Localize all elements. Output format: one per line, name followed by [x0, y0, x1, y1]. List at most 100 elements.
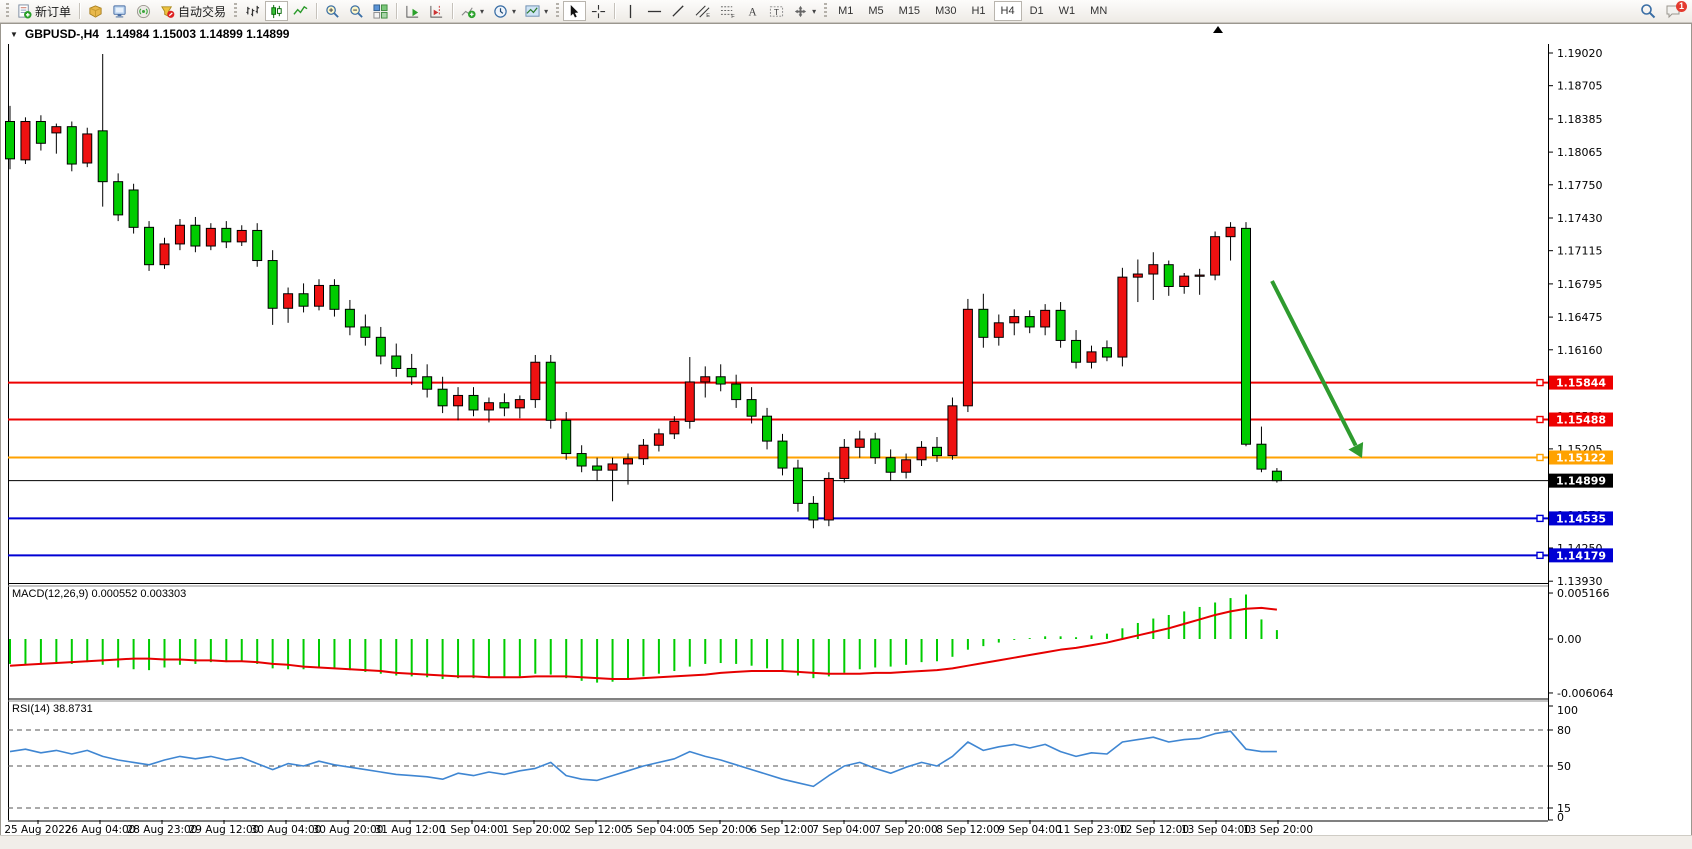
candlestick-chart-button[interactable]: [265, 1, 288, 21]
timeframe-m15-button[interactable]: M15: [892, 1, 927, 21]
channel-icon: E: [695, 4, 711, 19]
search-button[interactable]: [1636, 1, 1660, 21]
candle: [376, 337, 385, 356]
macd-indicator-label: MACD(12,26,9) 0.000552 0.003303: [12, 588, 186, 600]
horizontal-line-button[interactable]: [643, 1, 666, 21]
arrows-icon: [793, 4, 808, 19]
candle: [886, 458, 895, 473]
clock-icon: [493, 4, 508, 19]
templates-button[interactable]: ▾: [521, 1, 552, 21]
auto-scroll-button[interactable]: [401, 1, 424, 21]
horizontal-level-lines: [8, 380, 1548, 559]
label-button[interactable]: T: [765, 1, 788, 21]
toolbar-grip[interactable]: [824, 3, 827, 19]
candle: [1242, 228, 1251, 444]
candle: [438, 389, 447, 406]
chart-ohlc-values: 1.14984 1.15003 1.14899 1.14899: [106, 27, 290, 41]
candle: [268, 261, 277, 309]
svg-text:1.14899: 1.14899: [1556, 475, 1606, 488]
candle: [1272, 471, 1281, 480]
new-order-button[interactable]: 新订单: [13, 1, 75, 21]
channel-button[interactable]: E: [691, 1, 715, 21]
separator: [396, 3, 397, 19]
candle: [747, 400, 756, 417]
candle: [685, 382, 694, 421]
svg-text:0.00: 0.00: [1557, 633, 1582, 646]
toolbar-grip[interactable]: [234, 3, 237, 19]
line-chart-button[interactable]: [289, 1, 312, 21]
fibonacci-button[interactable]: F: [716, 1, 740, 21]
chart-title: ▼ GBPUSD-,H4 1.14984 1.15003 1.14899 1.1…: [10, 27, 289, 41]
candle: [716, 377, 725, 384]
candle: [546, 362, 555, 420]
chart-symbol-period: GBPUSD-,H4: [25, 27, 99, 41]
toolbar-grip[interactable]: [6, 3, 9, 19]
cube-icon: [88, 4, 103, 19]
periods-button[interactable]: ▾: [489, 1, 520, 21]
bar-chart-button[interactable]: [241, 1, 264, 21]
svg-text:0.005166: 0.005166: [1557, 587, 1610, 600]
timeframe-mn-button[interactable]: MN: [1083, 1, 1114, 21]
toolbar-grip[interactable]: [556, 3, 559, 19]
tile-windows-button[interactable]: [369, 1, 392, 21]
candle: [1133, 274, 1142, 277]
indicators-button[interactable]: ▾: [457, 1, 488, 21]
candle: [809, 503, 818, 520]
market-watch-button[interactable]: [84, 1, 107, 21]
cursor-button[interactable]: [563, 1, 586, 21]
chart-shift-button[interactable]: [425, 1, 448, 21]
candle: [253, 230, 262, 260]
candle: [83, 134, 92, 163]
chart-canvas[interactable]: 1.190201.187051.183851.180651.177501.174…: [0, 0, 1692, 849]
timeframe-m5-button[interactable]: M5: [861, 1, 890, 21]
timeframe-h4-button[interactable]: H4: [994, 1, 1022, 21]
chart-shift-marker[interactable]: [1213, 26, 1223, 33]
macd-panel: 0.005166 0.00 -0.006064: [1548, 587, 1613, 700]
candle: [237, 230, 246, 241]
arrows-button[interactable]: ▾: [789, 1, 820, 21]
svg-text:A: A: [749, 6, 758, 18]
signal-button[interactable]: [132, 1, 155, 21]
timeframe-h1-button[interactable]: H1: [964, 1, 992, 21]
crosshair-button[interactable]: [587, 1, 610, 21]
notifications-button[interactable]: 1: [1661, 1, 1685, 21]
price-axis: 1.190201.187051.183851.180651.177501.174…: [1548, 47, 1603, 588]
zoom-in-button[interactable]: [321, 1, 344, 21]
collapse-chart-icon[interactable]: ▼: [10, 30, 18, 39]
timeframe-d1-button[interactable]: D1: [1023, 1, 1051, 21]
candle: [129, 190, 138, 227]
zoom-out-button[interactable]: [345, 1, 368, 21]
line-chart-icon: [293, 4, 308, 19]
svg-text:1.16160: 1.16160: [1557, 344, 1603, 357]
candle: [871, 439, 880, 458]
candle: [948, 406, 957, 456]
svg-text:1.15844: 1.15844: [1556, 377, 1606, 390]
auto-trading-label: 自动交易: [178, 3, 226, 20]
price-tags: 1.158441.154881.151221.145351.141791.148…: [1549, 376, 1613, 563]
crosshair-icon: [591, 4, 606, 19]
candle: [1149, 265, 1158, 274]
candle: [454, 395, 463, 405]
candle: [608, 464, 617, 470]
svg-text:1.14179: 1.14179: [1556, 549, 1606, 562]
vertical-line-button[interactable]: [619, 1, 642, 21]
svg-text:1.17430: 1.17430: [1557, 212, 1603, 225]
candle: [639, 445, 648, 458]
timeframe-m1-button[interactable]: M1: [831, 1, 860, 21]
candle: [963, 309, 972, 406]
svg-text:T: T: [774, 6, 779, 16]
candle: [500, 403, 509, 408]
cursor-icon: [567, 4, 582, 19]
svg-text:F: F: [731, 14, 735, 19]
text-label-icon: T: [769, 4, 784, 19]
timeframe-w1-button[interactable]: W1: [1052, 1, 1083, 21]
candle: [423, 377, 432, 389]
candle: [593, 466, 602, 470]
trendline-button[interactable]: [667, 1, 690, 21]
separator: [452, 3, 453, 19]
timeframe-m30-button[interactable]: M30: [928, 1, 963, 21]
auto-trading-button[interactable]: 自动交易: [156, 1, 230, 21]
svg-text:-0.006064: -0.006064: [1557, 687, 1613, 700]
strategy-tester-button[interactable]: [108, 1, 131, 21]
text-button[interactable]: A: [741, 1, 764, 21]
